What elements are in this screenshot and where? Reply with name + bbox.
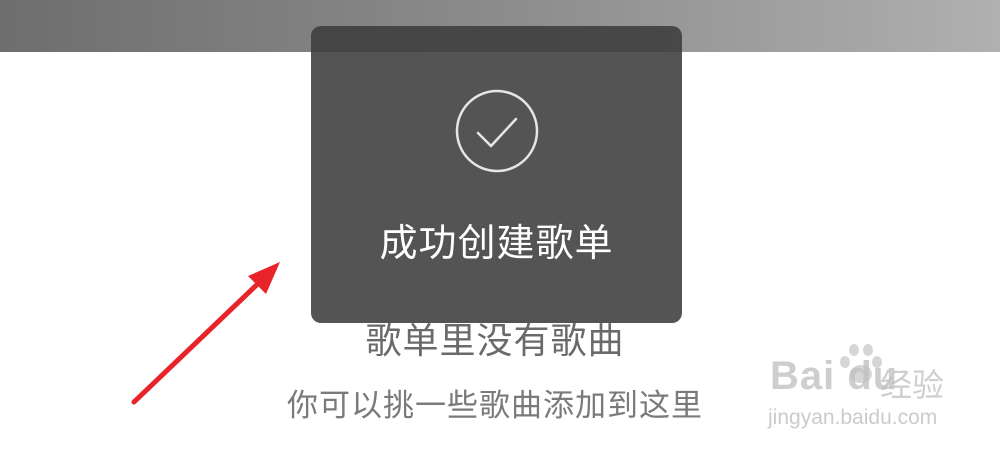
toast-message: 成功创建歌单 — [379, 221, 614, 265]
watermark-brand-cn: 经验 — [880, 366, 945, 404]
checkmark-circle-icon — [454, 88, 540, 174]
baidu-jingyan-watermark: Bai du 经验 jingyan.baidu.com — [764, 340, 964, 440]
success-toast: 成功创建歌单 — [311, 26, 682, 323]
watermark-url: jingyan.baidu.com — [768, 406, 938, 429]
watermark-brand: Bai du — [770, 354, 899, 398]
annotation-arrow-icon — [131, 262, 280, 405]
